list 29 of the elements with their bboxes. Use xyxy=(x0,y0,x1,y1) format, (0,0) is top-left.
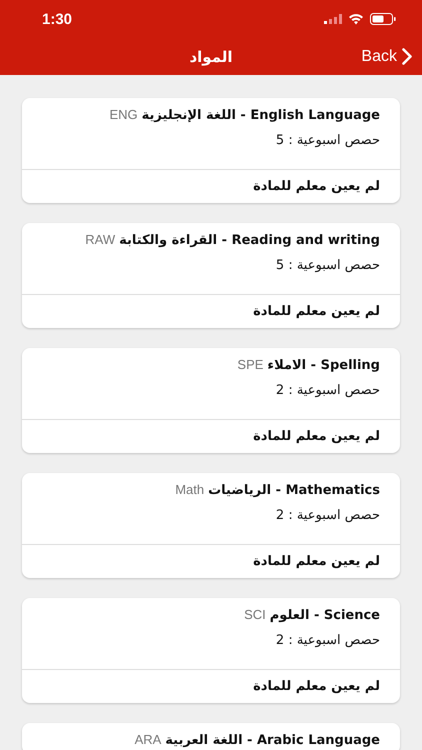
subject-name: Science - العلوم xyxy=(270,608,380,623)
subject-name: Arabic Language - اللغة العربية xyxy=(165,733,380,748)
weekly-periods: حصص اسبوعية : 2 xyxy=(276,383,380,398)
page-title: المواد xyxy=(189,48,233,66)
subject-code: SPE xyxy=(237,357,264,372)
teacher-status: لم يعين معلم للمادة xyxy=(253,179,380,194)
battery-icon xyxy=(370,13,396,25)
subject-name: Spelling - الاملاء xyxy=(267,358,380,373)
teacher-status: لم يعين معلم للمادة xyxy=(253,679,380,694)
subject-name: Reading and writing - القراءة والكتابة xyxy=(119,233,380,248)
chevron-icon xyxy=(402,48,412,65)
status-time: 1:30 xyxy=(42,10,72,28)
weekly-periods: حصص اسبوعية : 2 xyxy=(276,633,380,648)
teacher-status: لم يعين معلم للمادة xyxy=(253,429,380,444)
wifi-icon xyxy=(348,13,364,25)
subject-code: SCI xyxy=(244,607,266,622)
subject-code: RAW xyxy=(85,232,116,247)
subject-code: ARA xyxy=(134,732,162,747)
subject-code: Math xyxy=(175,482,204,497)
weekly-periods: حصص اسبوعية : 2 xyxy=(276,508,380,523)
teacher-status: لم يعين معلم للمادة xyxy=(253,304,380,319)
subject-name: English Language - اللغة الإنجليزية xyxy=(142,108,380,123)
teacher-status: لم يعين معلم للمادة xyxy=(253,554,380,569)
weekly-periods: حصص اسبوعية : 5 xyxy=(276,133,380,148)
weekly-periods: حصص اسبوعية : 5 xyxy=(276,258,380,273)
subject-code: ENG xyxy=(109,107,138,122)
back-button[interactable]: Back xyxy=(361,48,412,66)
signal-icon xyxy=(324,14,342,24)
subject-name: Mathematics - الرياضيات xyxy=(208,483,380,498)
